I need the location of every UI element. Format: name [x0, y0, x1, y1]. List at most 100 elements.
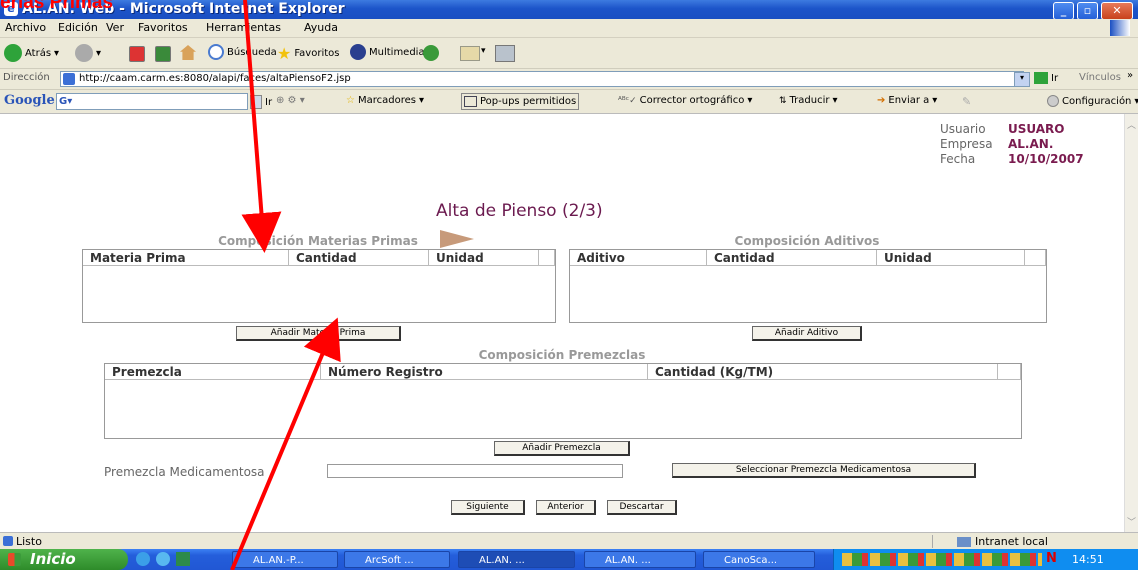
- settings-button[interactable]: Configuración ▾: [1047, 95, 1138, 107]
- page-title: Alta de Pienso (2/3): [436, 201, 603, 221]
- address-dropdown-icon[interactable]: ▾: [1014, 72, 1030, 87]
- address-input[interactable]: http://caam.carm.es:8080/alapi/faces/alt…: [60, 71, 1024, 87]
- page-status-icon: [3, 536, 13, 546]
- vertical-scrollbar[interactable]: ︿ ﹀: [1124, 114, 1138, 532]
- links-label[interactable]: Vínculos: [1079, 72, 1121, 83]
- menu-favoritos[interactable]: Favoritos: [138, 21, 188, 34]
- task-arcsoft[interactable]: ArcSoft ...: [344, 551, 450, 568]
- materias-col-materia[interactable]: Materia Prima: [83, 250, 289, 266]
- clock: 14:51: [1072, 553, 1104, 566]
- multimedia-button[interactable]: Multimedia: [350, 44, 425, 60]
- mail-icon[interactable]: [460, 46, 480, 61]
- menu-ayuda[interactable]: Ayuda: [304, 21, 338, 34]
- ie-quicklaunch-icon[interactable]: [136, 552, 150, 566]
- scroll-up-icon[interactable]: ︿: [1127, 118, 1136, 131]
- materias-col-cantidad[interactable]: Cantidad: [289, 250, 429, 266]
- spellcheck-button[interactable]: ᴬᴮᶜ✓ Corrector ortográfico ▾: [618, 95, 752, 106]
- security-zone: Intranet local: [932, 535, 1138, 548]
- multimedia-icon: [350, 44, 366, 60]
- mail-dropdown-icon[interactable]: ▾: [481, 46, 486, 56]
- menu-ver[interactable]: Ver: [106, 21, 124, 34]
- status-bar: Listo Intranet local: [0, 532, 1138, 550]
- send-to-button[interactable]: ➔ Enviar a ▾: [877, 95, 937, 106]
- select-premezcla-medicamentosa-button[interactable]: Seleccionar Premezcla Medicamentosa: [672, 463, 976, 478]
- bookmarks-button[interactable]: ☆ Marcadores ▾: [346, 95, 424, 106]
- stop-icon[interactable]: [129, 46, 145, 62]
- page-content: Usuario USUARO Empresa AL.AN. Fecha 10/1…: [0, 114, 1124, 532]
- system-tray: N 14:51: [833, 549, 1138, 570]
- address-label: Dirección: [3, 72, 50, 83]
- go-button[interactable]: Ir: [1034, 72, 1058, 84]
- usuario-value: USUARO: [1008, 122, 1065, 136]
- highlighter-icon[interactable]: ✎: [962, 95, 971, 108]
- task-canoscan[interactable]: CanoSca...: [703, 551, 815, 568]
- add-materia-prima-button[interactable]: Añadir Materia Prima: [236, 326, 401, 341]
- desktop-quicklaunch-icon[interactable]: [176, 552, 190, 566]
- materias-col-spacer: [539, 250, 555, 266]
- spellcheck-icon: ᴬᴮᶜ✓: [618, 95, 637, 106]
- outlook-quicklaunch-icon[interactable]: [156, 552, 170, 566]
- google-g-icon: G▾: [59, 96, 73, 107]
- maximize-button[interactable]: ▫: [1077, 2, 1098, 20]
- google-logo: Google: [4, 93, 55, 108]
- favorites-button[interactable]: ★ Favoritos: [277, 44, 339, 63]
- premezclas-table: Premezcla Número Registro Cantidad (Kg/T…: [104, 363, 1022, 439]
- aditivos-col-cantidad[interactable]: Cantidad: [707, 250, 877, 266]
- start-button[interactable]: Inicio: [0, 549, 128, 570]
- premezcla-medicamentosa-label: Premezcla Medicamentosa: [104, 465, 265, 479]
- star-icon: ★: [277, 44, 292, 63]
- refresh-icon[interactable]: [155, 46, 171, 62]
- add-premezcla-button[interactable]: Añadir Premezcla: [494, 441, 630, 456]
- empresa-value: AL.AN.: [1008, 137, 1054, 151]
- task-alan-active[interactable]: AL.AN. ...: [458, 551, 575, 568]
- history-icon[interactable]: [423, 45, 439, 61]
- materias-col-unidad[interactable]: Unidad: [429, 250, 539, 266]
- aditivos-col-unidad[interactable]: Unidad: [877, 250, 1025, 266]
- fecha-value: 10/10/2007: [1008, 152, 1084, 166]
- google-toolbar: Google G▾ Ir ⊕ ⚙ ▾ ☆ Marcadores ▾ Pop-ups …: [0, 90, 1138, 114]
- premezcla-medicamentosa-input[interactable]: [327, 464, 623, 478]
- menu-bar: Archivo Edición Ver Favoritos Herramient…: [0, 19, 1138, 38]
- premezclas-col-cantidad[interactable]: Cantidad (Kg/TM): [648, 364, 998, 380]
- aditivos-col-aditivo[interactable]: Aditivo: [570, 250, 707, 266]
- minimize-button[interactable]: _: [1053, 2, 1074, 20]
- links-chevron-icon[interactable]: »: [1127, 70, 1133, 81]
- home-icon[interactable]: [180, 45, 196, 60]
- translate-button[interactable]: ⇅ Traducir ▾: [779, 95, 838, 106]
- back-button[interactable]: Atrás ▾: [4, 44, 59, 62]
- windows-logo-icon: [8, 553, 21, 566]
- google-options-icon[interactable]: ⊕ ⚙ ▾: [276, 95, 305, 106]
- google-search-input[interactable]: G▾: [56, 93, 248, 110]
- discard-button[interactable]: Descartar: [607, 500, 677, 515]
- aditivos-section-title: Composición Aditivos: [734, 234, 880, 248]
- toolbar: Atrás ▾ ▾ Búsqueda ★ Favoritos Multimedia …: [0, 38, 1138, 69]
- menu-herramientas[interactable]: Herramientas: [206, 21, 281, 34]
- popups-button[interactable]: Pop-ups permitidos: [461, 93, 580, 110]
- menu-edicion[interactable]: Edición: [58, 21, 98, 34]
- task-alan-p[interactable]: AL.AN.-P...: [232, 551, 338, 568]
- tray-icons[interactable]: [842, 553, 1042, 566]
- intranet-icon: [957, 536, 971, 547]
- search-button[interactable]: Búsqueda: [208, 44, 277, 60]
- windows-flag-icon: [1110, 20, 1130, 36]
- previous-button[interactable]: Anterior: [536, 500, 596, 515]
- title-bar[interactable]: e AL.AN. Web - Microsoft Internet Explor…: [0, 0, 1138, 20]
- menu-archivo[interactable]: Archivo: [5, 21, 46, 34]
- print-icon[interactable]: [495, 45, 515, 62]
- add-aditivo-button[interactable]: Añadir Aditivo: [752, 326, 862, 341]
- tray-n-icon[interactable]: N: [1046, 551, 1057, 566]
- google-go-button[interactable]: Ir: [250, 95, 272, 109]
- scroll-down-icon[interactable]: ﹀: [1127, 515, 1136, 528]
- taskbar: Inicio AL.AN.-P... ArcSoft ... AL.AN. ..…: [0, 549, 1138, 570]
- next-button[interactable]: Siguiente: [451, 500, 525, 515]
- empresa-label: Empresa: [940, 137, 993, 151]
- back-arrow-icon: [4, 44, 22, 62]
- aditivos-col-spacer: [1025, 250, 1046, 266]
- premezclas-col-numero-registro[interactable]: Número Registro: [321, 364, 648, 380]
- premezclas-col-premezcla[interactable]: Premezcla: [105, 364, 321, 380]
- settings-icon: [1047, 95, 1059, 107]
- forward-button[interactable]: ▾: [75, 44, 101, 62]
- task-alan-2[interactable]: AL.AN. ...: [584, 551, 696, 568]
- forward-arrow-icon: [75, 44, 93, 62]
- close-button[interactable]: ✕: [1101, 2, 1133, 20]
